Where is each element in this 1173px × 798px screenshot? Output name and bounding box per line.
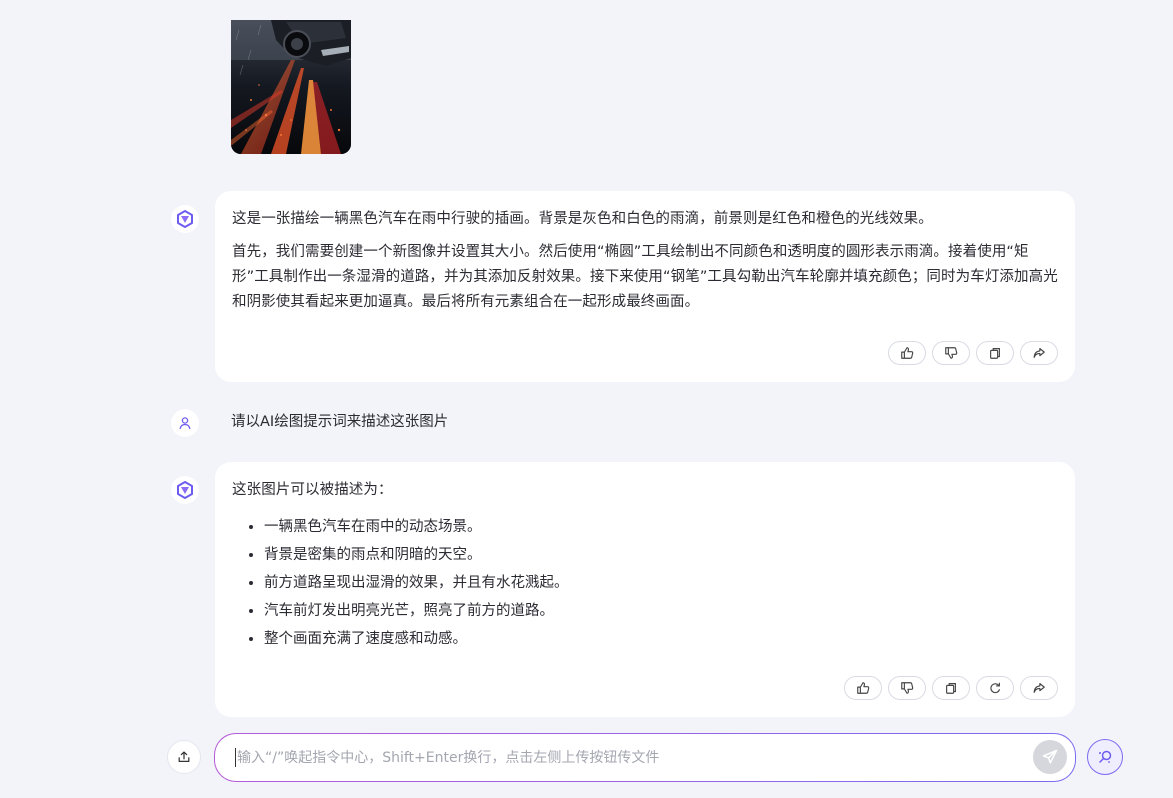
bullet-list: 一辆黑色汽车在雨中的动态场景。 背景是密集的雨点和阴暗的天空。 前方道路呈现出湿… (232, 513, 1058, 653)
upload-icon (178, 751, 190, 762)
message-paragraph: 这是一张描绘一辆黑色汽车在雨中行驶的插画。背景是灰色和白色的雨滴，前景则是红色和… (232, 211, 933, 227)
user-icon (179, 417, 191, 430)
thumbs-down-icon (901, 682, 914, 694)
copy-button[interactable] (932, 676, 970, 700)
message-composer (214, 733, 1076, 782)
regenerate-icon (990, 682, 1000, 694)
assistant-avatar (171, 205, 199, 233)
uploaded-image[interactable] (231, 20, 351, 154)
share-button[interactable] (1020, 341, 1058, 365)
thumbs-up-icon (857, 682, 870, 694)
user-message: 请以AI绘图提示词来描述这张图片 (231, 414, 449, 430)
message-input[interactable] (235, 744, 1019, 772)
send-icon (1042, 749, 1058, 764)
regenerate-button[interactable] (976, 676, 1014, 700)
message-actions (844, 676, 1058, 700)
message-intro: 这张图片可以被描述为： (232, 482, 393, 498)
assistant-logo-icon (177, 210, 193, 228)
assistant-tools-button[interactable] (1087, 739, 1123, 775)
assistant-logo-icon (177, 481, 193, 499)
list-item: 一辆黑色汽车在雨中的动态场景。 (264, 513, 1058, 541)
upload-button[interactable] (167, 740, 201, 774)
user-avatar (171, 409, 199, 437)
copy-icon (990, 348, 1000, 359)
like-button[interactable] (888, 341, 926, 365)
thumbs-down-icon (945, 347, 958, 359)
chat-page: 这是一张描绘一辆黑色汽车在雨中行驶的插画。背景是灰色和白色的雨滴，前景则是红色和… (0, 0, 1173, 798)
send-button[interactable] (1033, 740, 1067, 774)
car-rain-illustration (231, 20, 351, 154)
share-icon (1033, 348, 1045, 358)
copy-button[interactable] (976, 341, 1014, 365)
assistant-avatar (171, 476, 199, 504)
thumbs-up-icon (901, 347, 914, 359)
list-item: 汽车前灯发出明亮光芒，照亮了前方的道路。 (264, 597, 1058, 625)
copy-icon (946, 683, 956, 694)
text-caret (235, 748, 236, 767)
like-button[interactable] (844, 676, 882, 700)
dislike-button[interactable] (932, 341, 970, 365)
message-actions (888, 341, 1058, 365)
dislike-button[interactable] (888, 676, 926, 700)
share-icon (1033, 683, 1045, 693)
list-item: 前方道路呈现出湿滑的效果，并且有水花溅起。 (264, 569, 1058, 597)
list-item: 整个画面充满了速度感和动感。 (264, 625, 1058, 653)
magic-search-icon (1099, 750, 1112, 763)
share-button[interactable] (1020, 676, 1058, 700)
message-paragraph: 首先，我们需要创建一个新图像并设置其大小。然后使用“椭圆”工具绘制出不同颜色和透… (232, 244, 1058, 310)
assistant-message: 这张图片可以被描述为： 一辆黑色汽车在雨中的动态场景。 背景是密集的雨点和阴暗的… (215, 462, 1075, 717)
assistant-message: 这是一张描绘一辆黑色汽车在雨中行驶的插画。背景是灰色和白色的雨滴，前景则是红色和… (215, 191, 1075, 382)
list-item: 背景是密集的雨点和阴暗的天空。 (264, 541, 1058, 569)
